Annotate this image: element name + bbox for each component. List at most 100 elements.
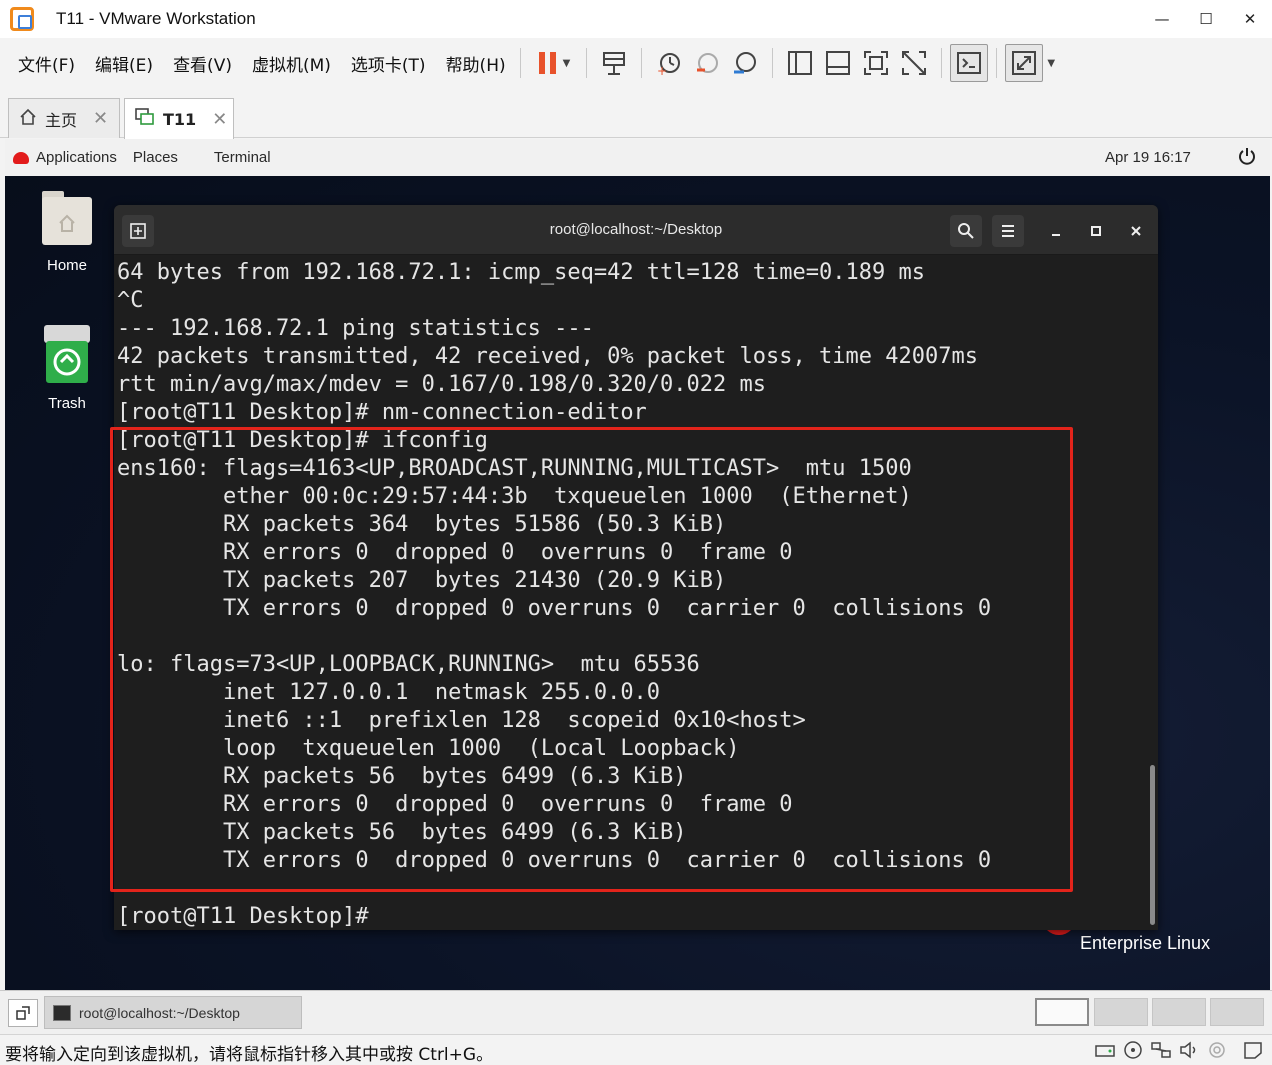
toolbar-separator — [519, 48, 521, 78]
hard-disk-icon[interactable] — [1094, 1040, 1116, 1060]
toolbar-separator — [772, 48, 774, 78]
snapshot-manager-icon[interactable] — [726, 44, 764, 82]
terminal-line: ether 00:0c:29:57:44:3b txqueuelen 1000 … — [117, 484, 912, 509]
pause-icon[interactable] — [529, 44, 567, 82]
close-icon[interactable] — [1120, 215, 1152, 247]
places-menu[interactable]: Places — [133, 149, 178, 166]
unity-icon[interactable] — [895, 44, 933, 82]
toolbar-separator — [586, 48, 588, 78]
terminal-scrollbar[interactable] — [1150, 765, 1155, 925]
desktop-trash-icon[interactable]: Trash — [27, 323, 107, 412]
redhat-icon — [13, 151, 29, 164]
terminal-line: ^C — [117, 288, 144, 313]
cd-rom-icon[interactable] — [1122, 1040, 1144, 1060]
terminal-line: RX packets 56 bytes 6499 (6.3 KiB) — [117, 764, 687, 789]
terminal-line: lo: flags=73<UP,LOOPBACK,RUNNING> mtu 65… — [117, 652, 700, 677]
maximize-icon[interactable] — [1080, 215, 1112, 247]
usb-icon[interactable] — [1206, 1040, 1228, 1060]
workspace-4[interactable] — [1210, 998, 1264, 1026]
menu-view[interactable]: 查看(V) — [173, 51, 232, 76]
applications-menu[interactable]: Applications — [36, 149, 117, 166]
tab-home[interactable]: 主页 ✕ — [8, 98, 120, 138]
stretch-guest-icon[interactable] — [1005, 44, 1044, 82]
menu-file[interactable]: 文件(F) — [18, 51, 75, 76]
revert-snapshot-icon[interactable] — [688, 44, 726, 82]
window-controls: — ☐ ✕ — [1140, 0, 1272, 38]
terminal-line: rtt min/avg/max/mdev = 0.167/0.198/0.320… — [117, 372, 767, 397]
console-view-icon[interactable] — [950, 44, 989, 82]
menu-tabs[interactable]: 选项卡(T) — [351, 51, 426, 76]
menu-bar: 文件(F) 编辑(E) 查看(V) 虚拟机(M) 选项卡(T) 帮助(H) ▼ … — [0, 38, 1272, 88]
title-bar: T11 - VMware Workstation — ☐ ✕ — [0, 0, 1272, 38]
hamburger-menu-icon[interactable] — [992, 215, 1024, 247]
send-ctrl-alt-del-icon[interactable] — [595, 44, 633, 82]
toolbar-separator — [941, 48, 943, 78]
terminal-line: RX packets 364 bytes 51586 (50.3 KiB) — [117, 512, 727, 537]
tab-home-label: 主页 — [45, 110, 78, 130]
taskbar-item-label: root@localhost:~/Desktop — [79, 1004, 240, 1021]
brand-bottom-text: Enterprise Linux — [1080, 933, 1211, 953]
vm-icon — [135, 108, 155, 130]
minimize-button[interactable]: — — [1140, 0, 1184, 38]
workspace-2[interactable] — [1094, 998, 1148, 1026]
terminal-app-menu[interactable]: Terminal — [214, 149, 271, 166]
taskbar-terminal-item[interactable]: root@localhost:~/Desktop — [44, 996, 302, 1029]
terminal-line: 42 packets transmitted, 42 received, 0% … — [117, 344, 978, 369]
guest-taskbar: root@localhost:~/Desktop — [0, 990, 1272, 1034]
tab-t11[interactable]: T11 ✕ — [124, 98, 234, 139]
close-button[interactable]: ✕ — [1228, 0, 1272, 38]
close-icon[interactable]: ✕ — [93, 108, 108, 129]
network-adapter-icon[interactable] — [1150, 1040, 1172, 1060]
terminal-line: [root@T11 Desktop]# nm-connection-editor — [117, 400, 647, 425]
status-bar: 要将输入定向到该虚拟机，请将鼠标指针移入其中或按 Ctrl+G。 — [0, 1034, 1272, 1065]
toolbar-separator — [996, 48, 998, 78]
home-icon — [19, 108, 37, 130]
search-icon[interactable] — [950, 215, 982, 247]
terminal-line: RX errors 0 dropped 0 overruns 0 frame 0 — [117, 792, 793, 817]
terminal-line: inet 127.0.0.1 netmask 255.0.0.0 — [117, 680, 661, 705]
chevron-down-icon[interactable]: ▼ — [563, 58, 571, 69]
folder-icon — [42, 191, 92, 245]
desktop-home-icon[interactable]: Home — [27, 189, 107, 274]
terminal-line: --- 192.168.72.1 ping statistics --- — [117, 316, 594, 341]
show-desktop-icon[interactable] — [8, 999, 38, 1027]
terminal-output[interactable]: 64 bytes from 192.168.72.1: icmp_seq=42 … — [114, 255, 1150, 930]
terminal-line: TX errors 0 dropped 0 overruns 0 carrier… — [117, 848, 992, 873]
menu-help[interactable]: 帮助(H) — [446, 51, 506, 76]
terminal-header-bar: root@localhost:~/Desktop — [114, 205, 1158, 255]
trash-label: Trash — [48, 395, 86, 412]
maximize-button[interactable]: ☐ — [1184, 0, 1228, 38]
window-title: T11 - VMware Workstation — [56, 9, 256, 28]
toolbar-separator — [641, 48, 643, 78]
trash-icon — [44, 325, 90, 383]
terminal-line: TX packets 207 bytes 21430 (20.9 KiB) — [117, 568, 727, 593]
terminal-line: inet6 ::1 prefixlen 128 scopeid 0x10<hos… — [117, 708, 806, 733]
workspace-3[interactable] — [1152, 998, 1206, 1026]
message-log-icon[interactable] — [1242, 1040, 1264, 1060]
svg-text:+: + — [657, 64, 667, 76]
chevron-down-icon[interactable]: ▼ — [1047, 58, 1055, 69]
menu-vm[interactable]: 虚拟机(M) — [252, 51, 331, 76]
terminal-line: TX packets 56 bytes 6499 (6.3 KiB) — [117, 820, 687, 845]
status-message: 要将输入定向到该虚拟机，请将鼠标指针移入其中或按 Ctrl+G。 — [5, 1045, 494, 1065]
snapshot-icon[interactable]: + — [650, 44, 688, 82]
sound-icon[interactable] — [1178, 1040, 1200, 1060]
power-icon[interactable] — [1238, 147, 1256, 165]
vm-guest-display[interactable]: Applications Places Terminal Apr 19 16:1… — [5, 139, 1270, 990]
gnome-top-bar: Applications Places Terminal Apr 19 16:1… — [5, 139, 1270, 176]
terminal-icon — [53, 1004, 71, 1021]
terminal-window[interactable]: root@localhost:~/Desktop 64 bytes from 1… — [114, 205, 1158, 930]
terminal-line: TX errors 0 dropped 0 overruns 0 carrier… — [117, 596, 992, 621]
terminal-line: [root@T11 Desktop]# ifconfig — [117, 428, 488, 453]
full-screen-icon[interactable] — [857, 44, 895, 82]
close-icon[interactable]: ✕ — [212, 109, 227, 130]
minimize-icon[interactable] — [1040, 215, 1072, 247]
workspace-1[interactable] — [1035, 998, 1089, 1026]
clock[interactable]: Apr 19 16:17 — [1105, 149, 1191, 166]
menu-edit[interactable]: 编辑(E) — [95, 51, 153, 76]
thumbnail-icon[interactable] — [819, 44, 857, 82]
tab-strip: 主页 ✕ T11 ✕ — [0, 90, 1272, 139]
library-icon[interactable] — [781, 44, 819, 82]
